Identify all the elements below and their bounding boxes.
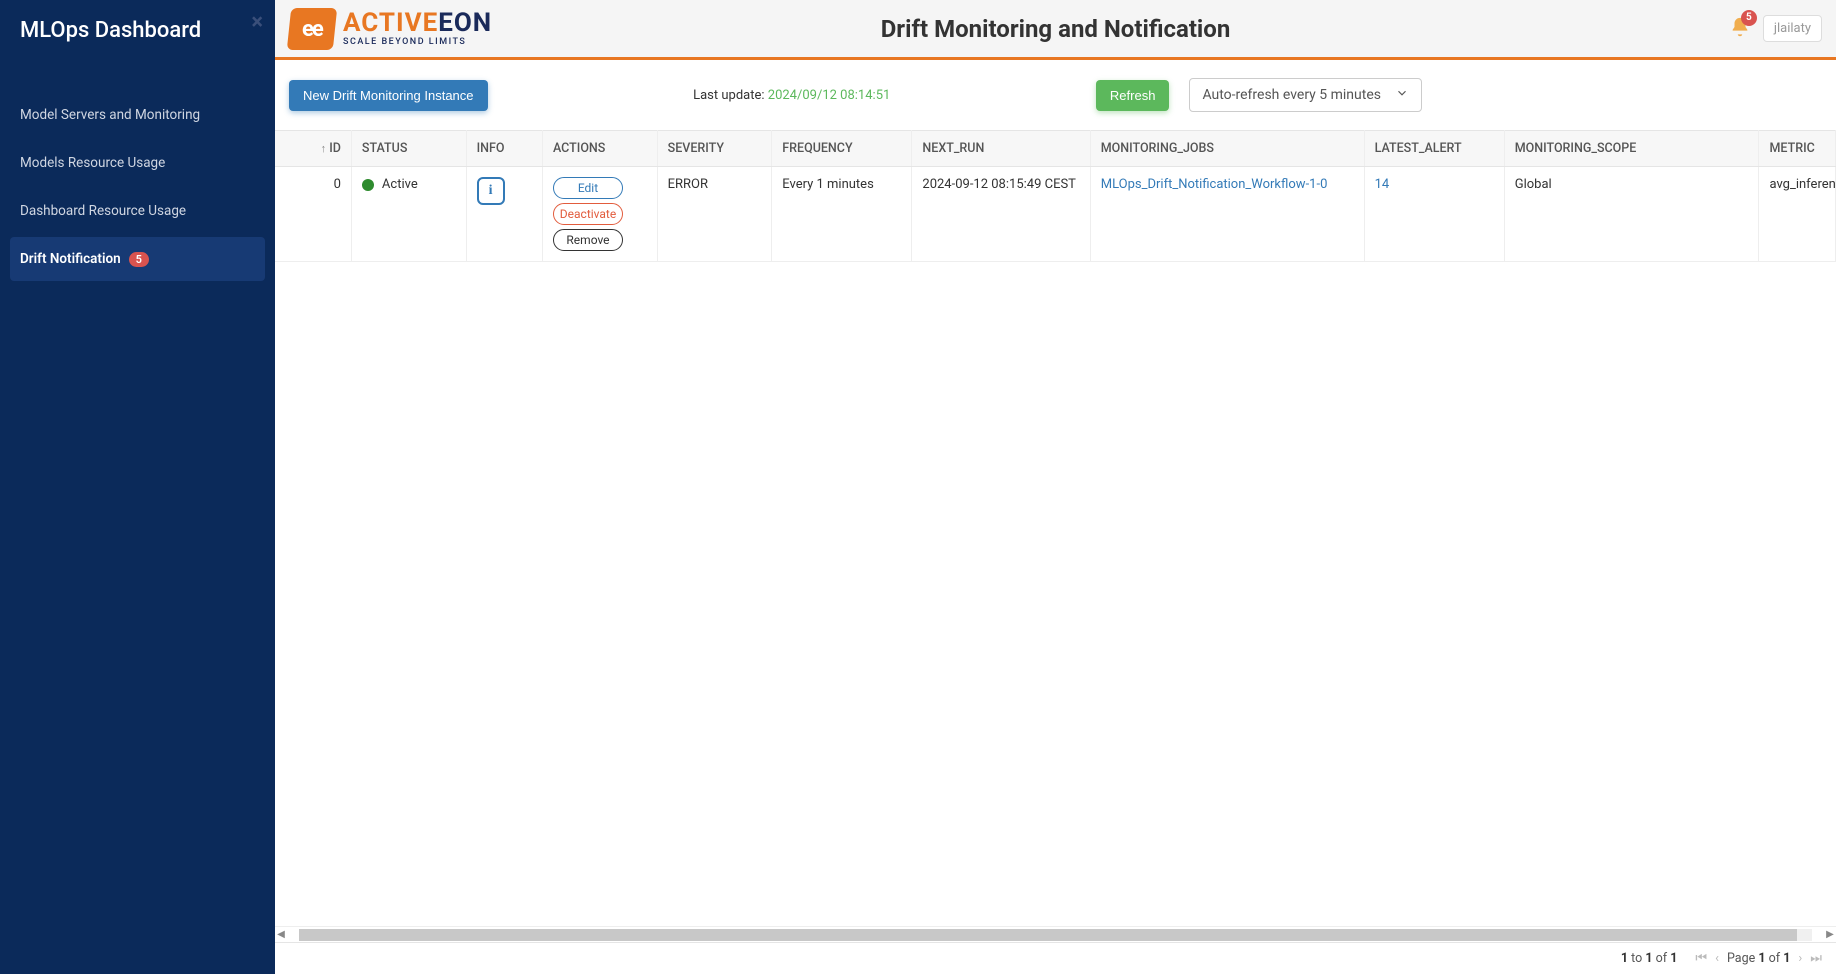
cell-id: 0 (275, 167, 351, 262)
chevron-down-icon (1395, 86, 1409, 104)
latest-alert-link[interactable]: 14 (1375, 177, 1390, 192)
table-scroll[interactable]: ↑ ID STATUS INFO ACTIONS SEVERITY FREQUE… (275, 130, 1836, 926)
sort-asc-icon: ↑ (321, 142, 327, 155)
col-latest-alert[interactable]: LATEST_ALERT (1364, 131, 1504, 167)
main: ee ACTIVEEON SCALE BEYOND LIMITS Drift M… (275, 0, 1836, 974)
cell-actions: Edit Deactivate Remove (542, 167, 657, 262)
bell-badge: 5 (1741, 10, 1757, 26)
autorefresh-select[interactable]: Auto-refresh every 5 minutes (1189, 78, 1422, 112)
nav-drift-notification[interactable]: Drift Notification 5 (10, 237, 265, 281)
cell-monitoring-scope: Global (1504, 167, 1759, 262)
col-frequency[interactable]: FREQUENCY (772, 131, 912, 167)
cell-metric: avg_inference (1759, 167, 1836, 262)
col-actions[interactable]: ACTIONS (542, 131, 657, 167)
scroll-track[interactable] (299, 929, 1812, 941)
cell-status: Active (351, 167, 466, 262)
logo-sub: SCALE BEYOND LIMITS (343, 38, 492, 47)
scroll-left-icon[interactable]: ◀ (275, 929, 287, 940)
last-update-ts: 2024/09/12 08:14:51 (768, 88, 891, 103)
status-dot-icon (362, 179, 374, 191)
pagination-prev-button[interactable]: ‹ (1715, 951, 1719, 966)
cell-monitoring-jobs: MLOps_Drift_Notification_Workflow-1-0 (1090, 167, 1364, 262)
horizontal-scrollbar[interactable]: ◀ ▶ (275, 926, 1836, 942)
status-text: Active (382, 177, 418, 192)
edit-button[interactable]: Edit (553, 177, 623, 199)
col-metric[interactable]: METRIC (1759, 131, 1836, 167)
cell-nextrun: 2024-09-12 08:15:49 CEST (912, 167, 1090, 262)
table-area: ↑ ID STATUS INFO ACTIONS SEVERITY FREQUE… (275, 130, 1836, 974)
logo-icon: ee (287, 8, 337, 50)
cell-frequency: Every 1 minutes (772, 167, 912, 262)
pagination-next-button[interactable]: › (1798, 951, 1802, 966)
logo-main-a: ACTIVE (343, 8, 438, 38)
nav-label: Models Resource Usage (20, 155, 165, 171)
col-status[interactable]: STATUS (351, 131, 466, 167)
nav-models-resource-usage[interactable]: Models Resource Usage (10, 141, 265, 185)
monitoring-job-link[interactable]: MLOps_Drift_Notification_Workflow-1-0 (1101, 177, 1328, 192)
nav-dashboard-resource-usage[interactable]: Dashboard Resource Usage (10, 189, 265, 233)
col-info[interactable]: INFO (466, 131, 542, 167)
refresh-button[interactable]: Refresh (1096, 80, 1170, 111)
cell-info: i (466, 167, 542, 262)
pagination-controls: ⏮ ‹ Page 1 of 1 › ⏭ (1695, 951, 1822, 966)
logo-main-b: EON (438, 8, 492, 38)
sidebar-title: MLOps Dashboard (0, 0, 275, 63)
cell-severity: ERROR (657, 167, 772, 262)
cell-latest-alert: 14 (1364, 167, 1504, 262)
user-menu[interactable]: jlailaty (1763, 15, 1822, 42)
scroll-thumb[interactable] (299, 929, 1797, 941)
autorefresh-value: Auto-refresh every 5 minutes (1202, 87, 1381, 103)
new-drift-instance-button[interactable]: New Drift Monitoring Instance (289, 80, 488, 111)
deactivate-button[interactable]: Deactivate (553, 203, 623, 225)
col-monitoring-scope[interactable]: MONITORING_SCOPE (1504, 131, 1759, 167)
notifications-button[interactable]: 5 (1729, 16, 1751, 42)
last-update: Last update: 2024/09/12 08:14:51 (693, 88, 890, 103)
logo[interactable]: ee ACTIVEEON SCALE BEYOND LIMITS (289, 8, 492, 50)
table-row[interactable]: 0 Active i Edit Deactivate Remove (275, 167, 1836, 262)
drift-table: ↑ ID STATUS INFO ACTIONS SEVERITY FREQUE… (275, 130, 1836, 262)
col-nextrun[interactable]: NEXT_RUN (912, 131, 1090, 167)
scroll-right-icon[interactable]: ▶ (1824, 929, 1836, 940)
header: ee ACTIVEEON SCALE BEYOND LIMITS Drift M… (275, 0, 1836, 60)
pagination-range: 1 to 1 of 1 (1621, 951, 1678, 966)
nav-label: Dashboard Resource Usage (20, 203, 186, 219)
info-button[interactable]: i (477, 177, 505, 205)
sidebar: × MLOps Dashboard Model Servers and Moni… (0, 0, 275, 974)
nav-label: Model Servers and Monitoring (20, 107, 200, 123)
col-severity[interactable]: SEVERITY (657, 131, 772, 167)
pagination: 1 to 1 of 1 ⏮ ‹ Page 1 of 1 › ⏭ (275, 942, 1836, 974)
nav-model-servers[interactable]: Model Servers and Monitoring (10, 93, 265, 137)
toolbar: New Drift Monitoring Instance Last updat… (275, 60, 1836, 130)
sidebar-nav: Model Servers and Monitoring Models Reso… (0, 63, 275, 281)
remove-button[interactable]: Remove (553, 229, 623, 251)
pagination-page: Page 1 of 1 (1727, 951, 1790, 966)
nav-label: Drift Notification (20, 251, 121, 267)
pagination-first-button[interactable]: ⏮ (1695, 951, 1707, 966)
logo-text: ACTIVEEON SCALE BEYOND LIMITS (343, 10, 492, 47)
table-header-row: ↑ ID STATUS INFO ACTIONS SEVERITY FREQUE… (275, 131, 1836, 167)
col-monitoring-jobs[interactable]: MONITORING_JOBS (1090, 131, 1364, 167)
last-update-label: Last update: (693, 88, 768, 103)
pagination-last-button[interactable]: ⏭ (1810, 951, 1822, 966)
col-id[interactable]: ↑ ID (275, 131, 351, 167)
nav-badge: 5 (129, 252, 149, 267)
sidebar-close-icon[interactable]: × (251, 10, 263, 35)
page-title: Drift Monitoring and Notification (881, 15, 1231, 43)
